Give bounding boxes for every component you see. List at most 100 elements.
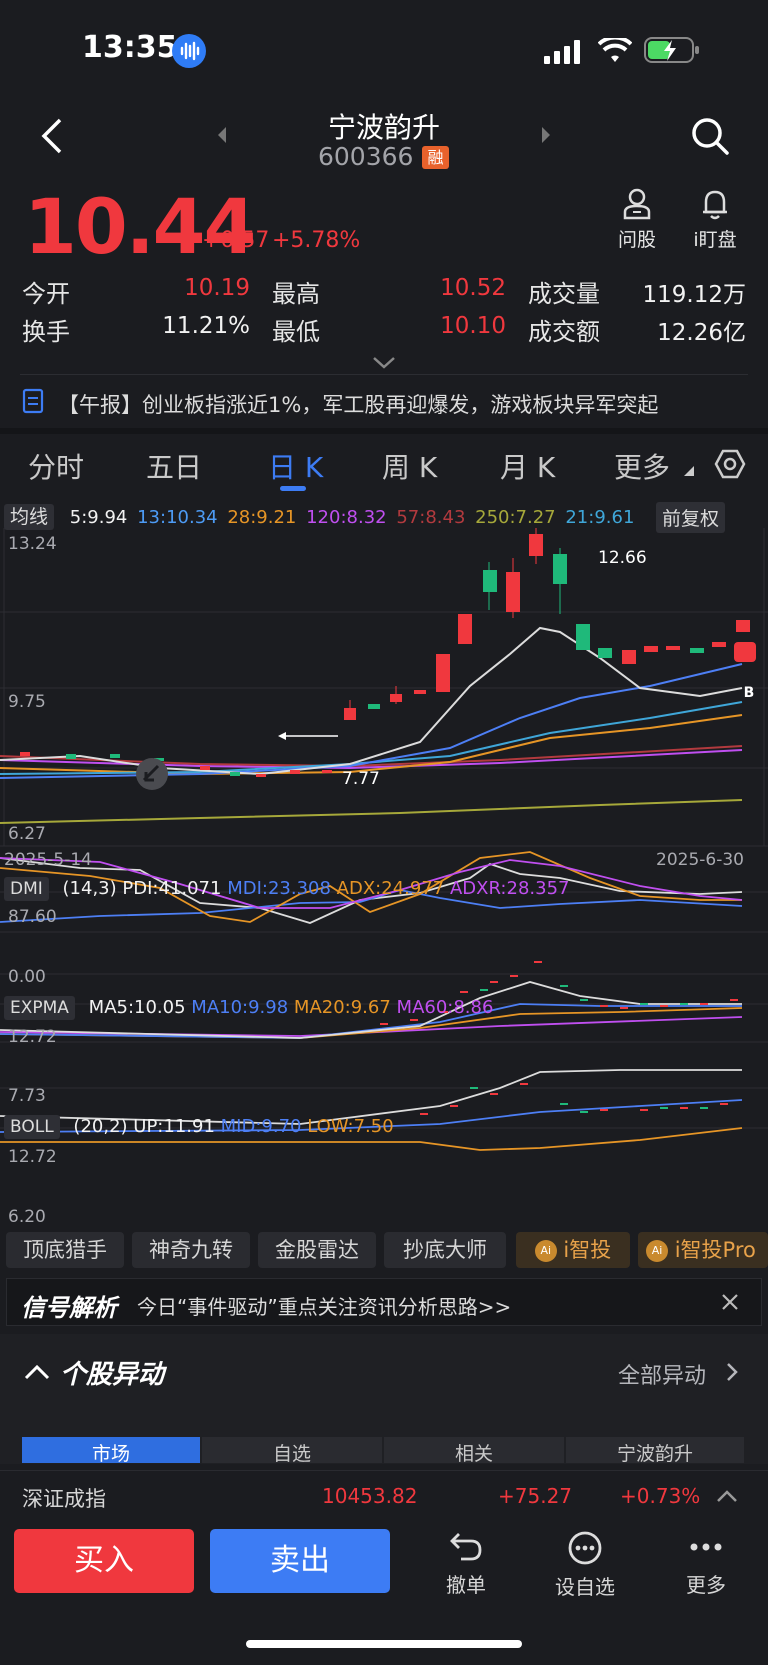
chevron-right-icon[interactable] xyxy=(726,1362,738,1382)
all-movements-link[interactable]: 全部异动 xyxy=(618,1358,706,1390)
turnover-value: 11.21% xyxy=(162,313,250,339)
dmi-y-bottom: 0.00 xyxy=(8,967,46,987)
volume-value: 119.12万 xyxy=(642,282,746,308)
volume-label: 成交量 xyxy=(528,280,600,308)
dmi-header: DMI (14,3) PDI:41.071 MDI:23.308 ADX:24.… xyxy=(4,877,570,901)
active-tab-indicator xyxy=(280,486,306,491)
amount-value: 12.26亿 xyxy=(657,320,746,346)
tab-intraday[interactable]: 分时 xyxy=(28,446,84,486)
tab-monthly-k[interactable]: 月 K xyxy=(500,446,555,486)
low-label: 最低 xyxy=(272,318,320,346)
expma-ma60: MA60:8.86 xyxy=(396,997,494,1018)
search-icon[interactable] xyxy=(690,116,730,156)
ma57-value: 57:8.43 xyxy=(396,507,466,528)
index-pct: +0.73% xyxy=(620,1484,701,1508)
settings-icon[interactable] xyxy=(714,448,746,480)
kline-y-mid: 9.75 xyxy=(8,692,46,712)
battery-icon xyxy=(644,37,699,63)
tab-related[interactable]: 相关 xyxy=(384,1437,564,1463)
stock-code: 600366 xyxy=(318,142,414,171)
kline-y-bottom: 6.27 xyxy=(8,824,46,844)
stock-name: 宁波韵升 xyxy=(327,111,440,144)
margin-badge: 融 xyxy=(422,146,449,169)
tab-watchlist[interactable]: 自选 xyxy=(202,1437,382,1463)
index-value: 10453.82 xyxy=(322,1484,418,1508)
tab-five-day[interactable]: 五日 xyxy=(146,446,202,486)
undo-icon xyxy=(450,1533,482,1561)
tool-top-bottom-hunter[interactable]: 顶底猎手 xyxy=(6,1232,124,1268)
index-bar[interactable]: 深证成指 10453.82 +75.27 +0.73% xyxy=(0,1470,768,1520)
dmi-button[interactable]: DMI xyxy=(4,877,49,901)
dmi-pdi: PDI:41.071 xyxy=(122,878,222,899)
price-change: +0.57 xyxy=(202,228,270,253)
expand-chevron-icon[interactable] xyxy=(372,356,396,370)
wifi-icon xyxy=(598,38,632,62)
voice-icon xyxy=(172,34,206,68)
signal-logo: 信号解析 xyxy=(21,1294,117,1322)
tool-ai-invest-pro[interactable]: Ai i智投Pro xyxy=(638,1232,768,1268)
expma-y-top: 12.72 xyxy=(8,1027,57,1047)
close-icon[interactable] xyxy=(721,1293,739,1311)
tool-bottom-master[interactable]: 抄底大师 xyxy=(384,1232,506,1268)
low-value: 10.10 xyxy=(440,313,506,339)
tab-weekly-k[interactable]: 周 K xyxy=(382,446,437,486)
dmi-adxr: ADXR:28.357 xyxy=(449,878,570,899)
tool-magic-nine[interactable]: 神奇九转 xyxy=(132,1232,250,1268)
market-tabs: 市场 自选 相关 宁波韵升 xyxy=(22,1437,744,1463)
more-circle-icon xyxy=(568,1531,602,1565)
buy-marker[interactable] xyxy=(734,642,756,662)
ai-pro-icon: Ai xyxy=(646,1240,668,1262)
more-dropdown-icon xyxy=(684,466,694,476)
expma-button[interactable]: EXPMA xyxy=(4,996,75,1020)
dmi-params: (14,3) xyxy=(62,878,117,899)
ma120-value: 120:8.32 xyxy=(306,507,387,528)
tab-this-stock[interactable]: 宁波韵升 xyxy=(566,1437,744,1463)
news-ticker[interactable]: 【午报】创业板指涨近1%，军工股再迎爆发，游戏板块异军突起 xyxy=(58,389,658,419)
collapse-chevron-icon[interactable] xyxy=(24,1364,50,1380)
amount-label: 成交额 xyxy=(528,318,600,346)
ma-bar: 均线 5:9.94 13:10.34 28:9.21 120:8.32 57:8… xyxy=(4,502,634,530)
ma28-value: 28:9.21 xyxy=(227,507,297,528)
high-value: 10.52 xyxy=(440,275,506,301)
watch-label: i盯盘 xyxy=(693,229,737,251)
tool-gold-radar[interactable]: 金股雷达 xyxy=(258,1232,376,1268)
ask-stock-label: 问股 xyxy=(617,229,656,251)
ma-button[interactable]: 均线 xyxy=(4,504,55,530)
buy-button[interactable]: 买入 xyxy=(14,1529,194,1593)
boll-button[interactable]: BOLL xyxy=(4,1115,60,1139)
expand-up-icon[interactable] xyxy=(716,1489,738,1503)
index-change: +75.27 xyxy=(498,1484,573,1508)
ask-stock-button[interactable]: 问股 xyxy=(612,188,662,252)
cancel-order-button[interactable]: 撤单 xyxy=(436,1530,496,1598)
add-watchlist-button[interactable]: 设自选 xyxy=(552,1530,618,1600)
person-icon xyxy=(623,188,651,220)
open-label: 今开 xyxy=(22,280,70,308)
signal-text: 今日“事件驱动”重点关注资讯分析思路>> xyxy=(137,1295,512,1319)
expma-header: EXPMA MA5:10.05 MA10:9.98 MA20:9.67 MA60… xyxy=(4,996,494,1020)
kline-y-top: 13.24 xyxy=(8,534,57,554)
watch-button[interactable]: i盯盘 xyxy=(688,188,742,252)
turnover-label: 换手 xyxy=(22,318,70,346)
tab-more[interactable]: 更多 xyxy=(614,446,670,486)
ma13-value: 13:10.34 xyxy=(137,507,218,528)
divider xyxy=(20,374,748,375)
more-label: 更多 xyxy=(686,1573,726,1597)
signal-icon xyxy=(544,40,580,64)
signal-banner[interactable]: 信号解析 今日“事件驱动”重点关注资讯分析思路>> xyxy=(6,1278,762,1326)
boll-header: BOLL (20,2) UP:11.91 MID:9.70 LOW:7.50 xyxy=(4,1115,394,1139)
more-dots-icon xyxy=(690,1543,722,1551)
tool-ai-invest[interactable]: Ai i智投 xyxy=(516,1232,630,1268)
tab-daily-k[interactable]: 日 K xyxy=(268,446,323,486)
open-value: 10.19 xyxy=(184,275,250,301)
kline-date-start: 2025-5-14 xyxy=(4,850,92,870)
tab-market[interactable]: 市场 xyxy=(22,1437,200,1463)
period-tabs: 分时 五日 日 K 周 K 月 K 更多 xyxy=(0,432,768,492)
more-button[interactable]: 更多 xyxy=(676,1530,736,1598)
ai-icon: Ai xyxy=(534,1240,557,1262)
home-indicator[interactable] xyxy=(246,1640,522,1648)
section-title: 个股异动 xyxy=(60,1360,165,1390)
sell-button[interactable]: 卖出 xyxy=(210,1529,390,1593)
boll-params: (20,2) xyxy=(73,1116,128,1137)
next-stock-icon[interactable] xyxy=(540,126,552,144)
index-name: 深证成指 xyxy=(22,1487,106,1511)
